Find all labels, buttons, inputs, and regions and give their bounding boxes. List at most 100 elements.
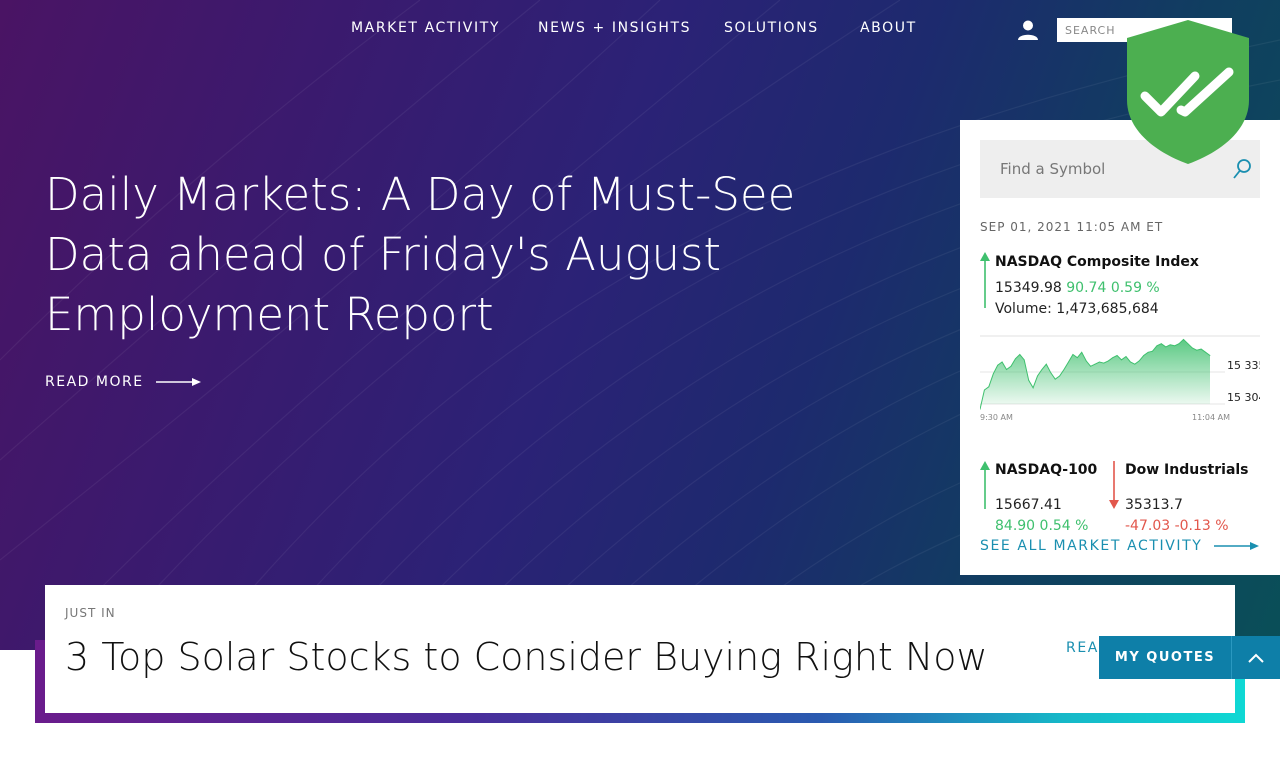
chart-point: [997, 364, 999, 366]
y-tick-label: 15 304: [1227, 391, 1260, 404]
chart-point: [1041, 369, 1043, 370]
chart-point: [1019, 354, 1021, 355]
headline-line: Employment Report: [45, 288, 494, 341]
chart-point: [1191, 347, 1193, 349]
chart-point: [1125, 356, 1127, 357]
composite-percent: 0.59 %: [1110, 280, 1160, 296]
chart-point: [1072, 354, 1074, 355]
chart-point: [1143, 355, 1145, 356]
nav-about[interactable]: ABOUT: [860, 20, 917, 36]
nasdaq100-price: 15667.41: [995, 497, 1062, 513]
chart-point: [1076, 357, 1078, 359]
just-in-headline[interactable]: 3 Top Solar Stocks to Consider Buying Ri…: [65, 635, 988, 679]
hero-headline[interactable]: Daily Markets: A Day of Must-See Data ah…: [45, 165, 805, 345]
nav-market-activity[interactable]: MARKET ACTIVITY: [351, 20, 500, 36]
dow-change: -47.03 -0.13 %: [1125, 518, 1229, 534]
chart-point: [1160, 343, 1162, 345]
arrow-right-icon: [155, 378, 201, 386]
chart-point: [1196, 349, 1198, 351]
headline-line: Daily Markets: A Day of Must-See: [45, 168, 796, 221]
chart-point: [1006, 369, 1007, 370]
chart-point: [1054, 378, 1056, 380]
chart-point: [1187, 343, 1189, 345]
nasdaq100-change-percent: 0.54 %: [1039, 518, 1089, 534]
chart-point: [1068, 361, 1069, 363]
chart-point: [1099, 361, 1100, 363]
dow-price: 35313.7: [1125, 497, 1183, 513]
chart-point: [1121, 359, 1122, 361]
nav-news-insights[interactable]: NEWS + INSIGHTS: [538, 20, 691, 36]
chart-point: [1037, 375, 1038, 377]
chart-point: [1050, 372, 1052, 374]
chart-point: [1090, 365, 1091, 367]
my-quotes-button[interactable]: MY QUOTES: [1099, 636, 1280, 679]
nasdaq100-change: 84.90 0.54 %: [995, 518, 1088, 534]
chart-point: [1205, 351, 1206, 353]
chart-point: [988, 386, 990, 388]
chart-point: [1169, 344, 1171, 346]
my-quotes-label: MY QUOTES: [1114, 650, 1216, 665]
chart-point: [1085, 360, 1087, 362]
chart-point: [1156, 345, 1158, 347]
nasdaq100-change-value: 84.90: [995, 518, 1036, 534]
arrow-up-icon: [980, 252, 990, 308]
chart-point: [1116, 355, 1118, 356]
arrow-up-icon: [980, 461, 990, 509]
arrow-right-icon: [1214, 542, 1260, 550]
chart-point: [1130, 361, 1131, 363]
chart-point: [1152, 350, 1153, 352]
intraday-chart: 15 335 15 304 9:30 AM 11:04 AM: [980, 335, 1260, 422]
chart-point: [1165, 346, 1167, 348]
market-panel: SEP 01, 2021 11:05 AM ET NASDAQ Composit…: [960, 120, 1280, 575]
chevron-up-icon: [1248, 653, 1264, 663]
chart-point: [992, 373, 994, 375]
nasdaq100-name[interactable]: NASDAQ-100: [995, 462, 1097, 478]
chart-point: [1178, 343, 1180, 345]
composite-price: 15349.98: [995, 280, 1062, 296]
chart-point: [1174, 345, 1175, 347]
composite-quote: 15349.98 90.74 0.59 %: [995, 280, 1160, 296]
composite-name[interactable]: NASDAQ Composite Index: [995, 254, 1199, 270]
chart-point: [1147, 351, 1149, 353]
chart-point: [1112, 357, 1114, 359]
chart-point: [1032, 387, 1034, 389]
chart-point: [1063, 369, 1065, 370]
composite-volume: Volume: 1,473,685,684: [995, 301, 1159, 317]
hero-read-more-link[interactable]: READ MORE: [45, 374, 202, 390]
x-tick-label: 11:04 AM: [1192, 413, 1230, 422]
chart-point: [1209, 355, 1211, 356]
my-quotes-toggle[interactable]: [1231, 636, 1280, 679]
arrow-down-icon: [1109, 461, 1119, 509]
chart-point: [1094, 363, 1096, 365]
chart-point: [1081, 351, 1083, 353]
chart-point: [1023, 359, 1025, 361]
chart-point: [1059, 375, 1060, 377]
x-tick-label: 9:30 AM: [980, 413, 1013, 422]
chart-point: [1107, 360, 1109, 362]
chart-point: [984, 389, 985, 391]
chart-area: [980, 339, 1210, 410]
just-in-label: JUST IN: [65, 606, 116, 620]
dow-change-percent: -0.13 %: [1174, 518, 1229, 534]
user-icon[interactable]: [1017, 19, 1039, 41]
just-in-read-more-link[interactable]: REA: [1066, 640, 1099, 656]
chart-point: [1045, 363, 1047, 365]
see-all-label: SEE ALL MARKET ACTIVITY: [980, 538, 1203, 554]
dow-change-value: -47.03: [1125, 518, 1171, 534]
chart-point: [1001, 361, 1003, 363]
composite-change: 90.74: [1066, 280, 1107, 296]
chart-point: [1028, 379, 1030, 381]
chart-point: [1183, 339, 1184, 340]
verified-shield-icon[interactable]: [1125, 18, 1251, 166]
nav-solutions[interactable]: SOLUTIONS: [724, 20, 819, 36]
chart-point: [1200, 348, 1202, 350]
dow-name[interactable]: Dow Industrials: [1125, 462, 1249, 478]
read-more-label: READ MORE: [45, 374, 144, 390]
chart-point: [1103, 362, 1105, 364]
y-tick-label: 15 335: [1227, 359, 1260, 372]
see-all-market-activity-link[interactable]: SEE ALL MARKET ACTIVITY: [980, 538, 1260, 554]
just-in-card: JUST IN 3 Top Solar Stocks to Consider B…: [45, 585, 1235, 713]
chart-point: [1138, 360, 1140, 362]
chart-point: [1015, 358, 1016, 360]
chart-point: [1134, 363, 1136, 365]
